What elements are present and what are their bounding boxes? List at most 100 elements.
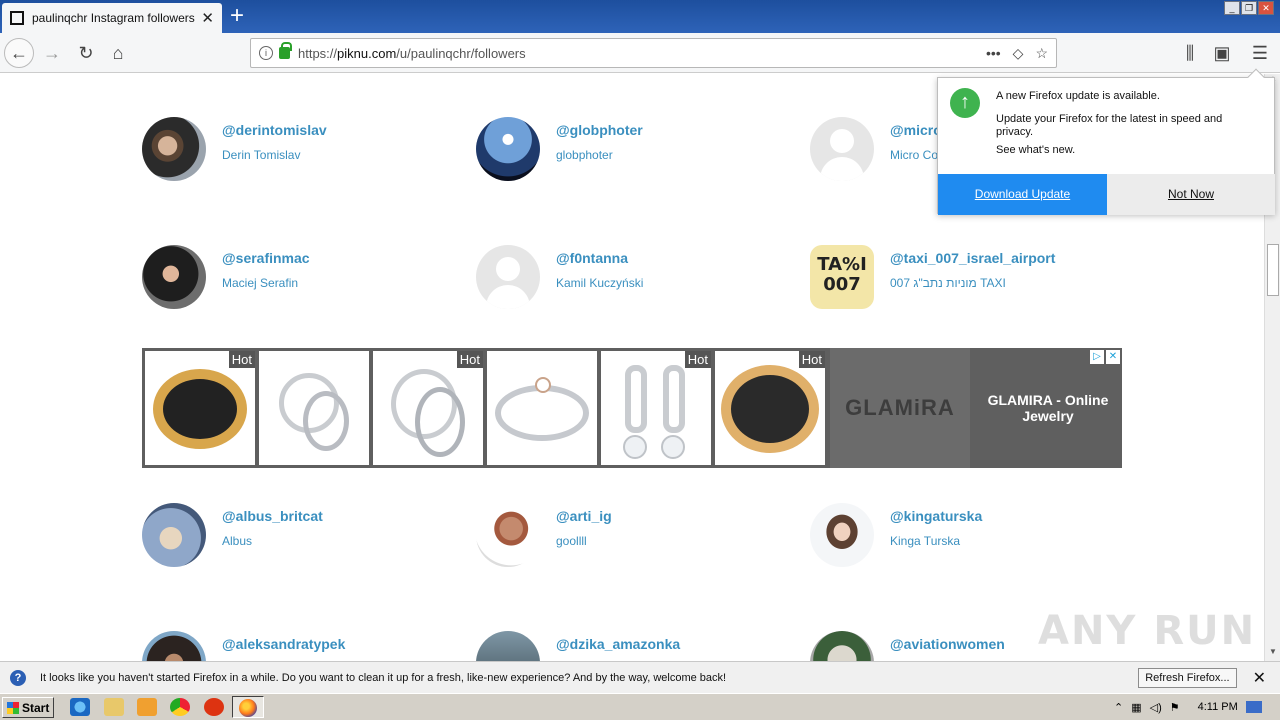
follower-username[interactable]: @aleksandratypek: [222, 636, 345, 652]
follower-card[interactable]: @f0ntanna Kamil Kuczyński: [476, 245, 776, 315]
follower-name[interactable]: Maciej Serafin: [222, 276, 298, 290]
follower-name[interactable]: goollll: [556, 534, 587, 548]
close-tab-icon[interactable]: ✕: [201, 9, 214, 27]
follower-username[interactable]: @arti_ig: [556, 508, 612, 524]
follower-card[interactable]: TA%I 007 @taxi_007_israel_airport מוניות…: [810, 245, 1110, 315]
follower-name[interactable]: Micro Co: [890, 148, 938, 162]
whats-new-link[interactable]: See what's new.: [996, 144, 1075, 156]
show-desktop-icon[interactable]: [1245, 701, 1262, 713]
firefox-taskbar-button[interactable]: [232, 696, 264, 718]
follower-username[interactable]: @serafinmac: [222, 250, 310, 266]
follower-username[interactable]: @dzika_amazonka: [556, 636, 680, 652]
ad-product-tile[interactable]: Hot: [145, 351, 255, 465]
close-notification-icon[interactable]: ✕: [1253, 668, 1266, 688]
avatar[interactable]: [142, 503, 206, 567]
ad-product-tile[interactable]: [487, 351, 597, 465]
follower-name[interactable]: Kamil Kuczyński: [556, 276, 643, 290]
follower-card[interactable]: @derintomislav Derin Tomislav: [142, 117, 442, 187]
notification-message: It looks like you haven't started Firefo…: [40, 671, 727, 684]
avatar[interactable]: [476, 117, 540, 181]
new-tab-button[interactable]: +: [230, 4, 244, 28]
firefox-icon: [239, 699, 257, 717]
media-player-icon[interactable]: [137, 698, 157, 716]
follower-username[interactable]: @globphoter: [556, 122, 643, 138]
restore-button[interactable]: ❐: [1241, 1, 1257, 15]
follower-card[interactable]: @kingaturska Kinga Turska: [810, 503, 1110, 573]
navigation-toolbar: ← → ↻ ⌂ i https://piknu.com/u/paulinqchr…: [0, 33, 1280, 73]
bookmark-star-icon[interactable]: ☆: [1035, 45, 1048, 62]
avatar[interactable]: [476, 631, 540, 661]
internet-explorer-icon[interactable]: [70, 698, 90, 716]
follower-username[interactable]: @micro: [890, 122, 942, 138]
minimize-button[interactable]: _: [1224, 1, 1240, 15]
close-window-button[interactable]: ✕: [1258, 1, 1274, 15]
ad-product-tile[interactable]: [259, 351, 369, 465]
opera-icon[interactable]: [204, 698, 224, 716]
taxi-logo-avatar[interactable]: TA%I 007: [810, 245, 874, 309]
popup-body: Update your Firefox for the latest in sp…: [996, 113, 1223, 138]
jewelry-ad-banner[interactable]: Hot Hot Hot Hot GLAMiRA GLAMIRA - Online…: [142, 348, 1122, 468]
page-actions-icon[interactable]: •••: [986, 45, 1001, 62]
ad-product-tile[interactable]: Hot: [601, 351, 711, 465]
menu-icon[interactable]: ☰: [1246, 39, 1274, 67]
ad-headline[interactable]: GLAMIRA - Online Jewelry: [974, 348, 1122, 468]
ad-choices[interactable]: ▷ ✕: [1090, 350, 1120, 364]
follower-name[interactable]: Albus: [222, 534, 252, 548]
volume-icon[interactable]: ◁): [1150, 701, 1162, 714]
follower-card[interactable]: @serafinmac Maciej Serafin: [142, 245, 442, 315]
avatar[interactable]: [810, 117, 874, 181]
adchoices-icon[interactable]: ▷: [1090, 350, 1104, 364]
follower-name[interactable]: Kinga Turska: [890, 534, 960, 548]
sidebar-icon[interactable]: ▣: [1208, 39, 1236, 67]
follower-username[interactable]: @kingaturska: [890, 508, 982, 524]
follower-name[interactable]: מוניות נתב"ג 007 TAXI: [890, 276, 1006, 290]
window-controls: _ ❐ ✕: [1224, 1, 1274, 15]
folder-icon[interactable]: [104, 698, 124, 716]
follower-username[interactable]: @f0ntanna: [556, 250, 628, 266]
follower-username[interactable]: @taxi_007_israel_airport: [890, 250, 1055, 266]
start-button[interactable]: Start: [2, 697, 54, 718]
follower-username[interactable]: @aviationwomen: [890, 636, 1005, 652]
site-info-icon[interactable]: i: [259, 46, 273, 60]
not-now-button[interactable]: Not Now: [1107, 174, 1275, 215]
refresh-firefox-button[interactable]: Refresh Firefox...: [1138, 667, 1237, 688]
network-icon[interactable]: ▦: [1131, 701, 1141, 714]
avatar[interactable]: [142, 117, 206, 181]
home-button[interactable]: ⌂: [104, 39, 132, 67]
avatar[interactable]: [810, 631, 874, 661]
tab-piknu[interactable]: paulinqchr Instagram followers - Pi ✕: [2, 3, 222, 33]
pocket-icon[interactable]: ◇: [1013, 45, 1024, 62]
follower-name[interactable]: Derin Tomislav: [222, 148, 300, 162]
ad-product-tile[interactable]: Hot: [715, 351, 825, 465]
follower-card[interactable]: @globphoter globphoter: [476, 117, 776, 187]
clock[interactable]: 4:11 PM: [1198, 701, 1238, 713]
follower-card[interactable]: @dzika_amazonka: [476, 631, 776, 661]
url-text[interactable]: https://piknu.com/u/paulinqchr/followers: [298, 46, 986, 61]
tray-expand-icon[interactable]: ⌃: [1114, 701, 1123, 714]
url-bar[interactable]: i https://piknu.com/u/paulinqchr/followe…: [250, 38, 1057, 68]
back-button[interactable]: ←: [4, 38, 34, 68]
scroll-down-arrow-icon[interactable]: ▼: [1265, 647, 1280, 661]
reload-button[interactable]: ↻: [72, 39, 100, 67]
glamira-logo[interactable]: GLAMiRA: [830, 348, 970, 468]
ad-product-tile[interactable]: Hot: [373, 351, 483, 465]
avatar[interactable]: [476, 503, 540, 567]
forward-button[interactable]: →: [38, 39, 66, 67]
scrollbar-thumb[interactable]: [1267, 244, 1279, 296]
follower-username[interactable]: @derintomislav: [222, 122, 327, 138]
system-tray: ⌃ ▦ ◁) ⚑ 4:11 PM: [1108, 696, 1280, 718]
follower-name[interactable]: globphoter: [556, 148, 613, 162]
follower-card[interactable]: @albus_britcat Albus: [142, 503, 442, 573]
avatar[interactable]: [142, 245, 206, 309]
follower-username[interactable]: @albus_britcat: [222, 508, 323, 524]
library-icon[interactable]: ⫼: [1176, 39, 1204, 67]
avatar[interactable]: [142, 631, 206, 661]
follower-card[interactable]: @aleksandratypek: [142, 631, 442, 661]
ad-close-icon[interactable]: ✕: [1106, 350, 1120, 364]
avatar[interactable]: [810, 503, 874, 567]
download-update-button[interactable]: Download Update: [938, 174, 1107, 215]
avatar[interactable]: [476, 245, 540, 309]
action-center-flag-icon[interactable]: ⚑: [1170, 701, 1180, 714]
follower-card[interactable]: @arti_ig goollll: [476, 503, 776, 573]
chrome-icon[interactable]: [170, 698, 190, 716]
